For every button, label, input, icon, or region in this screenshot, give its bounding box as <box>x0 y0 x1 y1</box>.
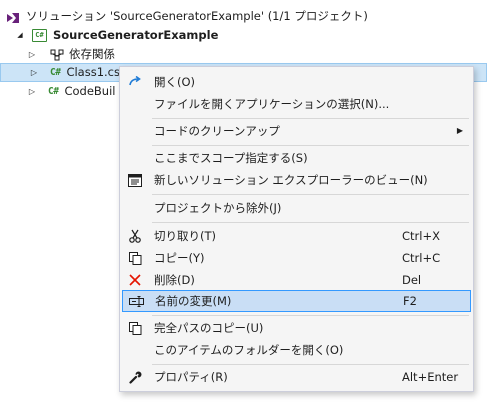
chevron-right-icon: ▶ <box>456 126 463 135</box>
solution-icon <box>6 11 20 23</box>
file-label-codebuilder: CodeBuil <box>64 84 116 98</box>
shortcut-label: Del <box>402 273 422 287</box>
menu-item-copy-full-path[interactable]: 完全パスのコピー(U) <box>122 317 471 339</box>
menu-item-new-explorer-view[interactable]: 新しいソリューション エクスプローラーのビュー(N) <box>122 169 471 191</box>
menu-separator <box>152 145 469 146</box>
menu-item-copy[interactable]: コピー(Y) Ctrl+C <box>122 247 471 269</box>
dependencies-label: 依存関係 <box>69 47 115 61</box>
expand-chevron-icon[interactable]: ▷ <box>26 82 38 101</box>
shortcut-label: Ctrl+C <box>402 251 441 265</box>
menu-separator <box>152 364 469 365</box>
menu-label: プロジェクトから除外(J) <box>154 201 282 215</box>
menu-item-delete[interactable]: 削除(D) Del <box>122 269 471 291</box>
project-label: SourceGeneratorExample <box>53 28 219 42</box>
shortcut-label: Ctrl+X <box>402 229 440 243</box>
menu-label: 削除(D) <box>154 273 195 287</box>
csharp-file-icon: C# <box>48 86 59 97</box>
wrench-icon <box>124 366 146 388</box>
delete-x-icon <box>124 269 146 291</box>
solution-label: ソリューション 'SourceGeneratorExample' (1/1 プロ… <box>26 9 368 23</box>
expand-chevron-icon[interactable]: ▷ <box>28 63 40 82</box>
shortcut-label: F2 <box>403 294 417 308</box>
scissors-icon <box>124 225 146 247</box>
menu-label: 名前の変更(M) <box>155 294 232 308</box>
collapse-chevron-icon[interactable]: ◢ <box>14 26 26 45</box>
menu-item-cut[interactable]: 切り取り(T) Ctrl+X <box>122 225 471 247</box>
menu-item-code-cleanup[interactable]: コードのクリーンアップ ▶ <box>122 120 471 142</box>
menu-label: 完全パスのコピー(U) <box>154 321 264 335</box>
menu-label: コピー(Y) <box>154 251 205 265</box>
dependencies-icon <box>50 49 64 61</box>
file-label-class1: Class1.cs <box>66 65 120 79</box>
menu-label: コードのクリーンアップ <box>154 124 280 138</box>
project-node[interactable]: ◢ C# SourceGeneratorExample <box>14 26 218 45</box>
menu-label: このアイテムのフォルダーを開く(O) <box>154 343 344 357</box>
context-menu: 開く(O) ファイルを開くアプリケーションの選択(N)... コードのクリーンア… <box>119 66 474 392</box>
csharp-file-icon: C# <box>50 67 61 78</box>
menu-label: 新しいソリューション エクスプローラーのビュー(N) <box>154 173 428 187</box>
menu-item-properties[interactable]: プロパティ(R) Alt+Enter <box>122 366 471 388</box>
file-node-codebuilder[interactable]: ▷ C# CodeBuil <box>26 82 116 101</box>
menu-label: プロパティ(R) <box>154 370 228 384</box>
copy-path-icon <box>124 317 146 339</box>
expand-chevron-icon[interactable]: ▷ <box>26 45 38 64</box>
menu-label: ファイルを開くアプリケーションの選択(N)... <box>154 97 390 111</box>
menu-separator <box>152 222 469 223</box>
solution-node[interactable]: ソリューション 'SourceGeneratorExample' (1/1 プロ… <box>6 7 368 26</box>
menu-separator <box>152 315 469 316</box>
menu-separator <box>152 194 469 195</box>
menu-separator <box>152 118 469 119</box>
shortcut-label: Alt+Enter <box>402 370 459 384</box>
menu-item-open-containing-folder[interactable]: このアイテムのフォルダーを開く(O) <box>122 339 471 361</box>
menu-item-open[interactable]: 開く(O) <box>122 71 471 93</box>
menu-item-exclude-from-project[interactable]: プロジェクトから除外(J) <box>122 197 471 219</box>
open-arrow-icon <box>124 71 146 93</box>
dependencies-node[interactable]: ▷ 依存関係 <box>26 45 115 64</box>
menu-label: 切り取り(T) <box>154 229 216 243</box>
menu-item-scope-to-this[interactable]: ここまでスコープ指定する(S) <box>122 147 471 169</box>
menu-label: 開く(O) <box>154 75 196 89</box>
solution-explorer-view-icon <box>124 169 146 191</box>
copy-icon <box>124 247 146 269</box>
rename-icon <box>125 291 147 311</box>
menu-item-rename[interactable]: 名前の変更(M) F2 <box>122 290 471 312</box>
csharp-project-icon: C# <box>32 29 47 42</box>
menu-label: ここまでスコープ指定する(S) <box>154 151 308 165</box>
menu-item-open-with[interactable]: ファイルを開くアプリケーションの選択(N)... <box>122 93 471 115</box>
